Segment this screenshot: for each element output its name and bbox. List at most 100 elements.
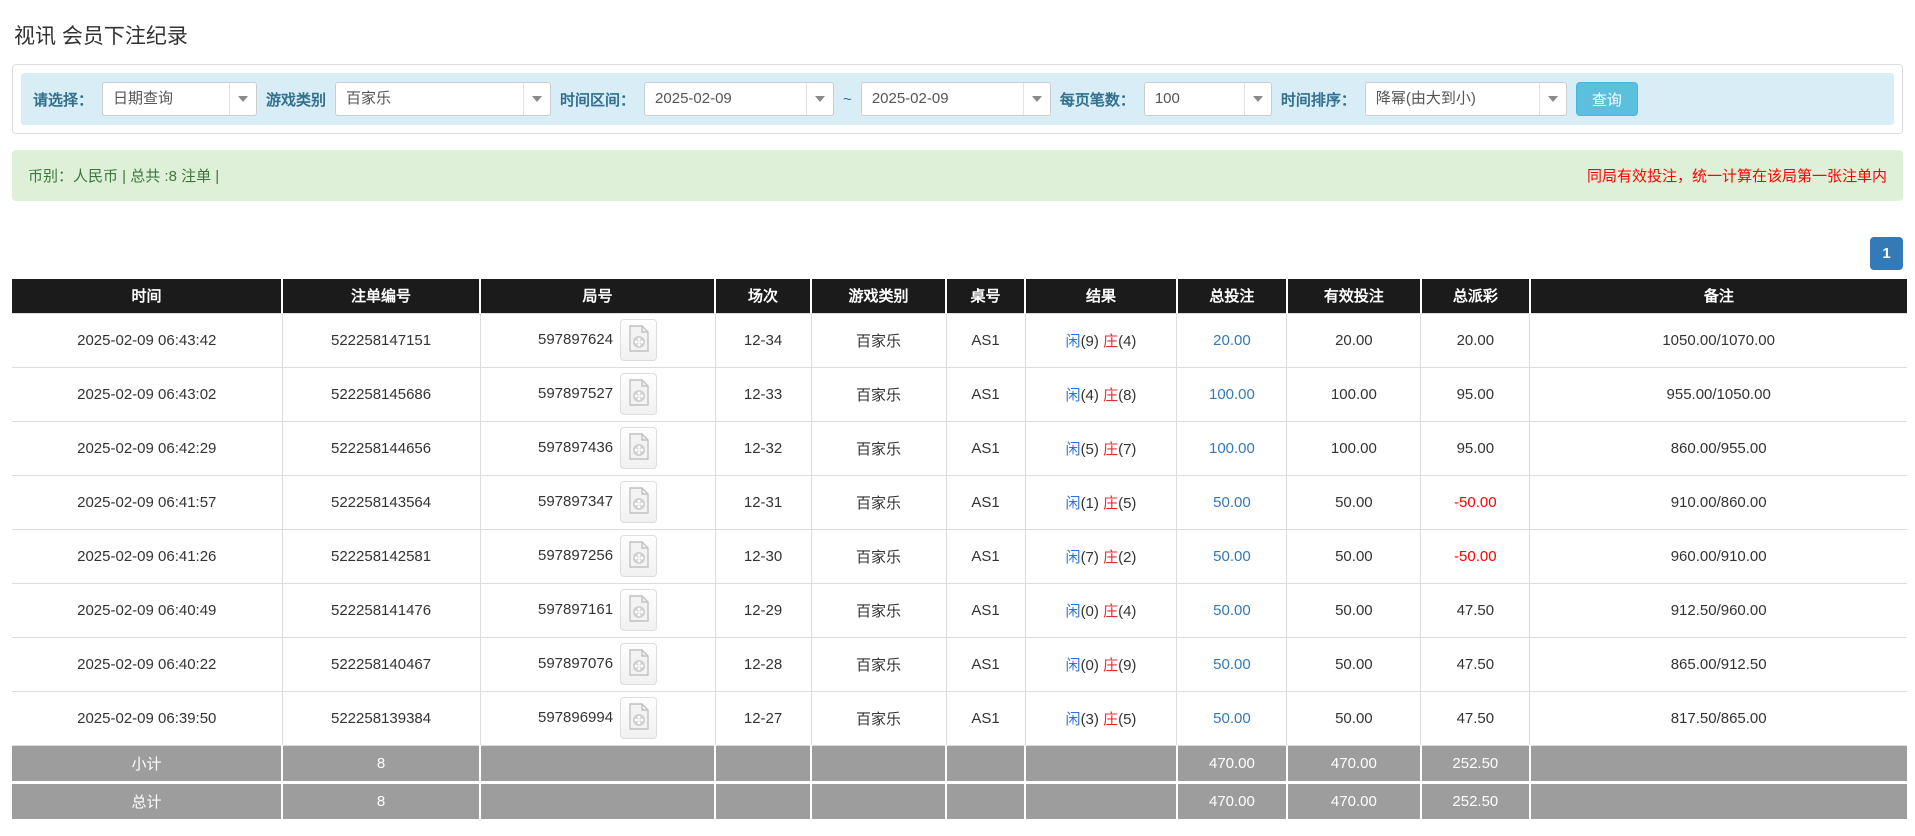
select-type-label: 请选择： [33,89,93,110]
video-file-icon [628,325,650,355]
cell-valid-bet: 100.00 [1287,421,1421,475]
summary-bar: 币别：人民币 | 总共 :8 注单 | 同局有效投注，统一计算在该局第一张注单内 [12,150,1903,201]
grand-total-label: 总计 [12,782,282,819]
cell-payout: 95.00 [1421,367,1530,421]
video-replay-button[interactable] [620,535,657,577]
result-player: 闲 [1066,549,1081,566]
game-type-value: 百家乐 [336,83,523,115]
chevron-down-icon[interactable] [523,83,550,115]
total-bet-link[interactable]: 50.00 [1213,656,1251,673]
total-bet-link[interactable]: 100.00 [1209,386,1255,403]
page-button-1[interactable]: 1 [1870,237,1903,270]
table-row: 2025-02-09 06:39:50 522258139384 5978969… [12,691,1907,745]
cell-session: 12-27 [715,691,811,745]
query-type-dropdown[interactable]: 日期查询 [102,82,257,116]
cell-payout: 20.00 [1421,313,1530,367]
result-player: 闲 [1066,441,1081,458]
cell-total-bet: 100.00 [1177,367,1287,421]
result-player: 闲 [1066,333,1081,350]
cell-game-type: 百家乐 [811,529,946,583]
cell-time: 2025-02-09 06:40:22 [12,637,282,691]
round-id-value: 597897256 [538,547,613,564]
total-bet-link[interactable]: 100.00 [1209,440,1255,457]
chevron-down-icon[interactable] [1539,83,1566,115]
cell-round-id: 597897076 [480,637,715,691]
header-session: 场次 [715,279,811,313]
cell-round-id: 597897527 [480,367,715,421]
cell-table-number: AS1 [946,367,1025,421]
video-file-icon [628,649,650,679]
cell-payout: 47.50 [1421,583,1530,637]
grand-total-count: 8 [282,782,480,819]
video-replay-button[interactable] [620,481,657,523]
result-player: 闲 [1066,495,1081,512]
video-file-icon [628,703,650,733]
result-banker: 庄 [1103,603,1118,620]
result-player: 闲 [1066,657,1081,674]
page-size-dropdown[interactable]: 100 [1144,82,1272,116]
cell-result: 闲(9) 庄(4) [1025,313,1177,367]
round-id-value: 597897624 [538,331,613,348]
game-type-dropdown[interactable]: 百家乐 [335,82,551,116]
cell-remark: 912.50/960.00 [1530,583,1907,637]
round-id-value: 597897527 [538,385,613,402]
date-to-picker[interactable]: 2025-02-09 [861,82,1051,116]
round-id-value: 597897347 [538,493,613,510]
video-replay-button[interactable] [620,319,657,361]
search-button[interactable]: 查询 [1576,82,1638,116]
subtotal-row: 小计 8 470.00 470.00 252.50 [12,745,1907,782]
video-replay-button[interactable] [620,427,657,469]
video-replay-button[interactable] [620,643,657,685]
video-replay-button[interactable] [620,697,657,739]
total-bet-link[interactable]: 50.00 [1213,710,1251,727]
table-row: 2025-02-09 06:41:26 522258142581 5978972… [12,529,1907,583]
cell-total-bet: 20.00 [1177,313,1287,367]
cell-game-type: 百家乐 [811,313,946,367]
video-file-icon [628,541,650,571]
cell-game-type: 百家乐 [811,421,946,475]
cell-result: 闲(5) 庄(7) [1025,421,1177,475]
cell-total-bet: 50.00 [1177,583,1287,637]
time-sort-dropdown[interactable]: 降幂(由大到小) [1365,82,1567,116]
total-bet-link[interactable]: 20.00 [1213,332,1251,349]
cell-round-id: 597897347 [480,475,715,529]
chevron-down-icon[interactable] [229,83,256,115]
cell-table-number: AS1 [946,691,1025,745]
cell-remark: 817.50/865.00 [1530,691,1907,745]
result-banker: 庄 [1103,387,1118,404]
chevron-down-icon[interactable] [1244,83,1271,115]
cell-bet-id: 522258140467 [282,637,480,691]
cell-time: 2025-02-09 06:43:42 [12,313,282,367]
video-replay-button[interactable] [620,589,657,631]
video-replay-button[interactable] [620,373,657,415]
chevron-down-icon[interactable] [1023,83,1050,115]
cell-game-type: 百家乐 [811,367,946,421]
cell-total-bet: 50.00 [1177,475,1287,529]
header-bet-id: 注单编号 [282,279,480,313]
header-table-number: 桌号 [946,279,1025,313]
cell-round-id: 597897436 [480,421,715,475]
grand-total-valid-bet: 470.00 [1287,782,1421,819]
cell-round-id: 597897256 [480,529,715,583]
result-player: 闲 [1066,603,1081,620]
cell-session: 12-31 [715,475,811,529]
total-bet-link[interactable]: 50.00 [1213,494,1251,511]
cell-session: 12-30 [715,529,811,583]
cell-result: 闲(0) 庄(4) [1025,583,1177,637]
round-id-value: 597896994 [538,709,613,726]
table-row: 2025-02-09 06:43:42 522258147151 5978976… [12,313,1907,367]
round-id-value: 597897161 [538,601,613,618]
cell-game-type: 百家乐 [811,691,946,745]
total-bet-link[interactable]: 50.00 [1213,548,1251,565]
cell-table-number: AS1 [946,421,1025,475]
date-from-picker[interactable]: 2025-02-09 [644,82,834,116]
cell-session: 12-34 [715,313,811,367]
total-bet-link[interactable]: 50.00 [1213,602,1251,619]
cell-bet-id: 522258139384 [282,691,480,745]
page-title: 视讯 会员下注纪录 [12,0,1903,64]
subtotal-total-bet: 470.00 [1177,745,1287,782]
cell-valid-bet: 50.00 [1287,475,1421,529]
chevron-down-icon[interactable] [806,83,833,115]
cell-valid-bet: 50.00 [1287,583,1421,637]
grand-total-payout: 252.50 [1421,782,1530,819]
